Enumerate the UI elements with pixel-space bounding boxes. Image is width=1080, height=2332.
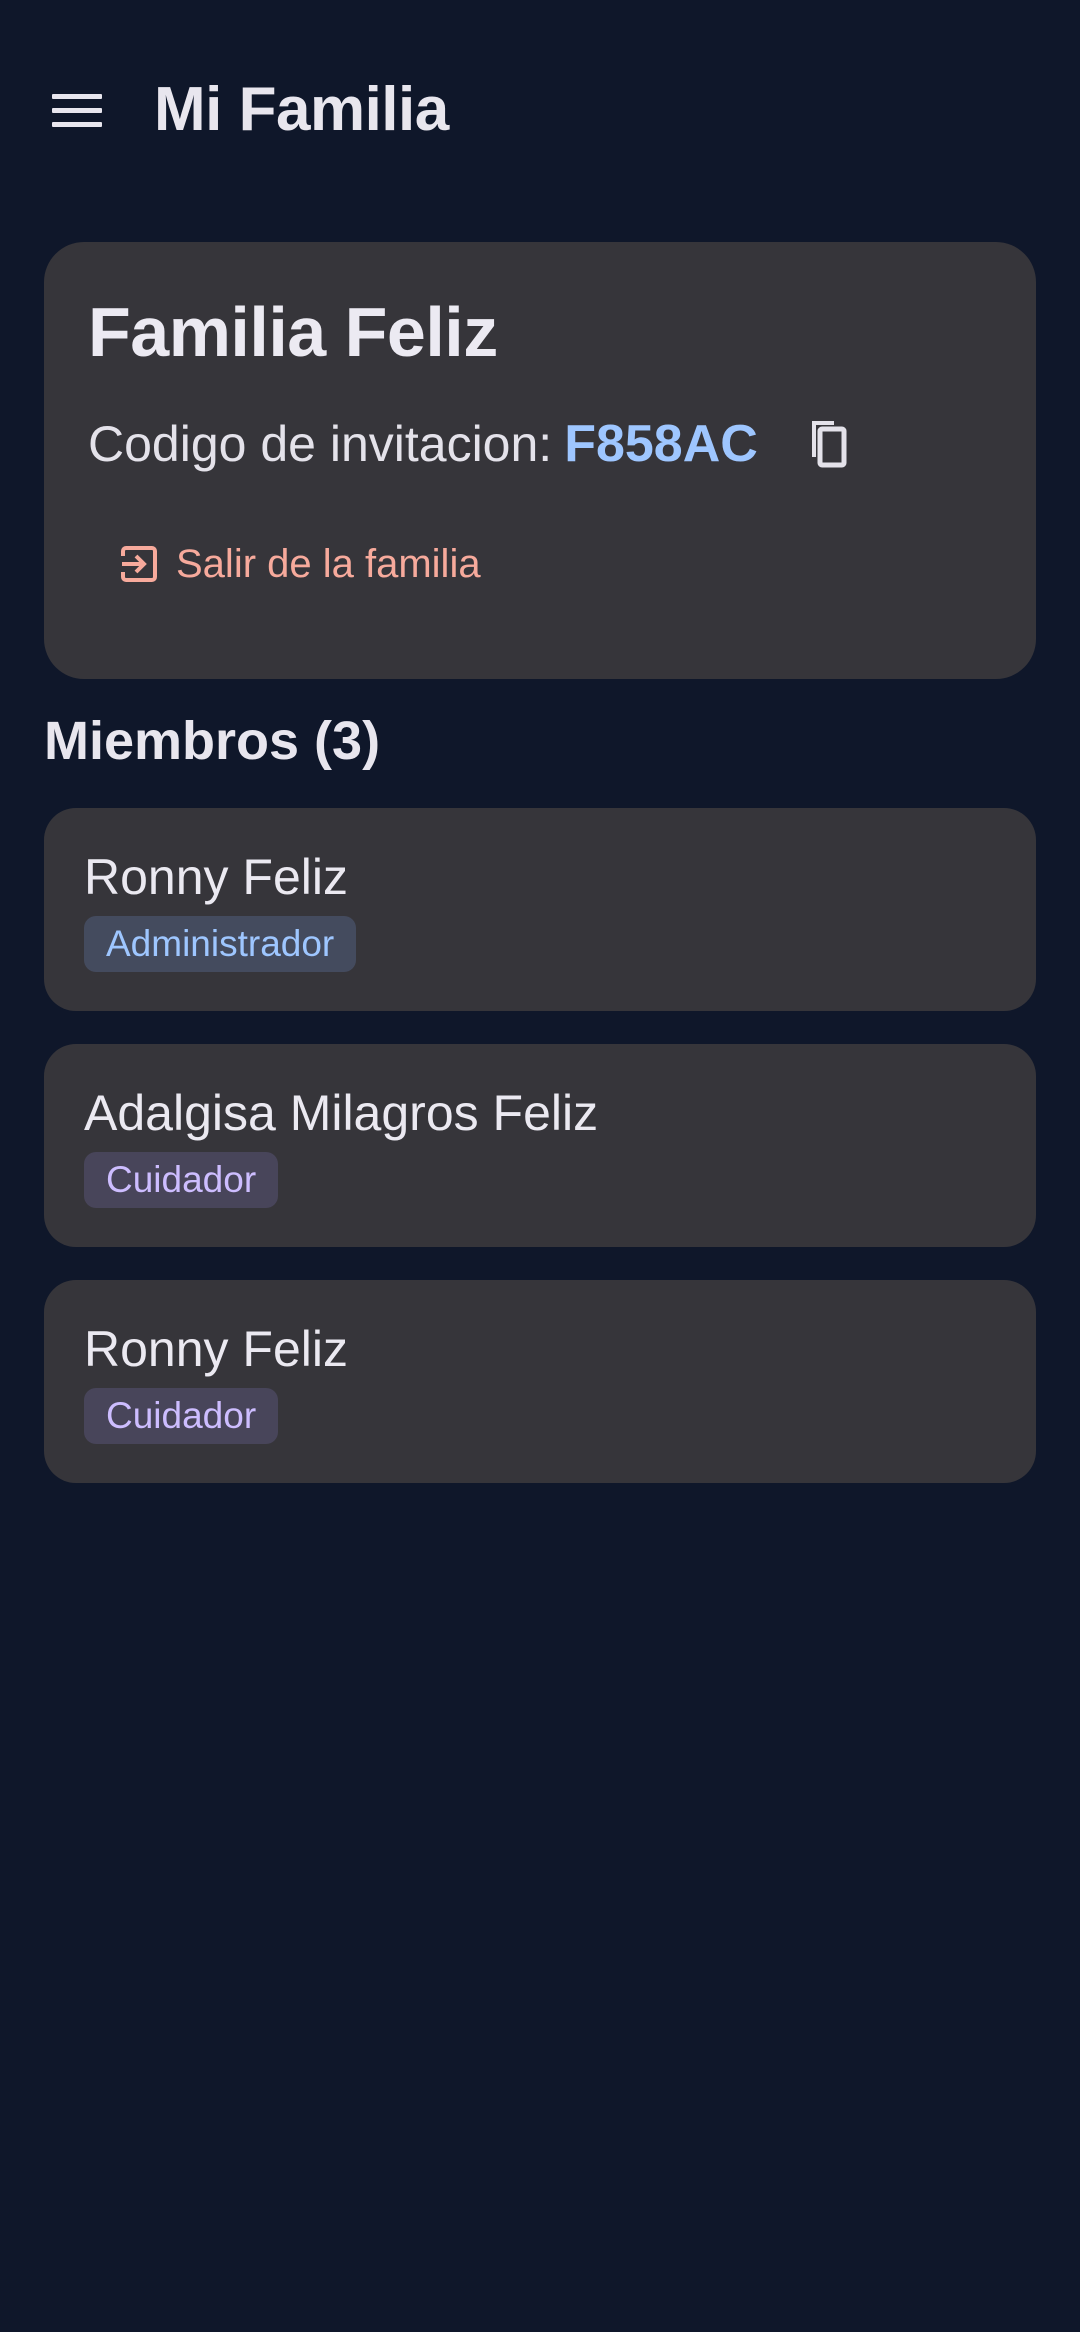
menu-button[interactable] <box>44 86 110 134</box>
app-bar: Mi Familia <box>0 60 1080 160</box>
member-name: Ronny Feliz <box>84 849 348 905</box>
member-name: Ronny Feliz <box>84 1321 348 1377</box>
invite-code-label: Codigo de invitacion: <box>88 416 553 472</box>
role-badge-admin: Administrador <box>84 916 357 972</box>
members-heading: Miembros (3) <box>44 711 381 771</box>
invite-code-value: F858AC <box>564 415 758 473</box>
role-badge-caregiver: Cuidador <box>84 1152 279 1208</box>
menu-icon <box>52 93 102 99</box>
member-card[interactable]: Ronny Feliz Administrador <box>44 808 1036 1011</box>
page-title: Mi Familia <box>154 75 449 144</box>
member-card[interactable]: Adalgisa Milagros Feliz Cuidador <box>44 1044 1036 1247</box>
member-card[interactable]: Ronny Feliz Cuidador <box>44 1280 1036 1483</box>
members-list: Ronny Feliz Administrador Adalgisa Milag… <box>44 808 1036 1516</box>
leave-family-button[interactable]: Salir de la familia <box>120 536 481 592</box>
copy-icon[interactable] <box>802 417 848 471</box>
menu-icon <box>52 121 102 127</box>
invite-code-row: Codigo de invitacion: F858AC <box>88 414 848 474</box>
member-name: Adalgisa Milagros Feliz <box>84 1085 599 1141</box>
family-card: Familia Feliz Codigo de invitacion: F858… <box>44 242 1036 679</box>
role-badge-caregiver: Cuidador <box>84 1388 279 1444</box>
menu-icon <box>52 107 102 113</box>
leave-family-label: Salir de la familia <box>176 541 481 586</box>
logout-icon <box>120 545 158 583</box>
family-name: Familia Feliz <box>88 293 498 371</box>
